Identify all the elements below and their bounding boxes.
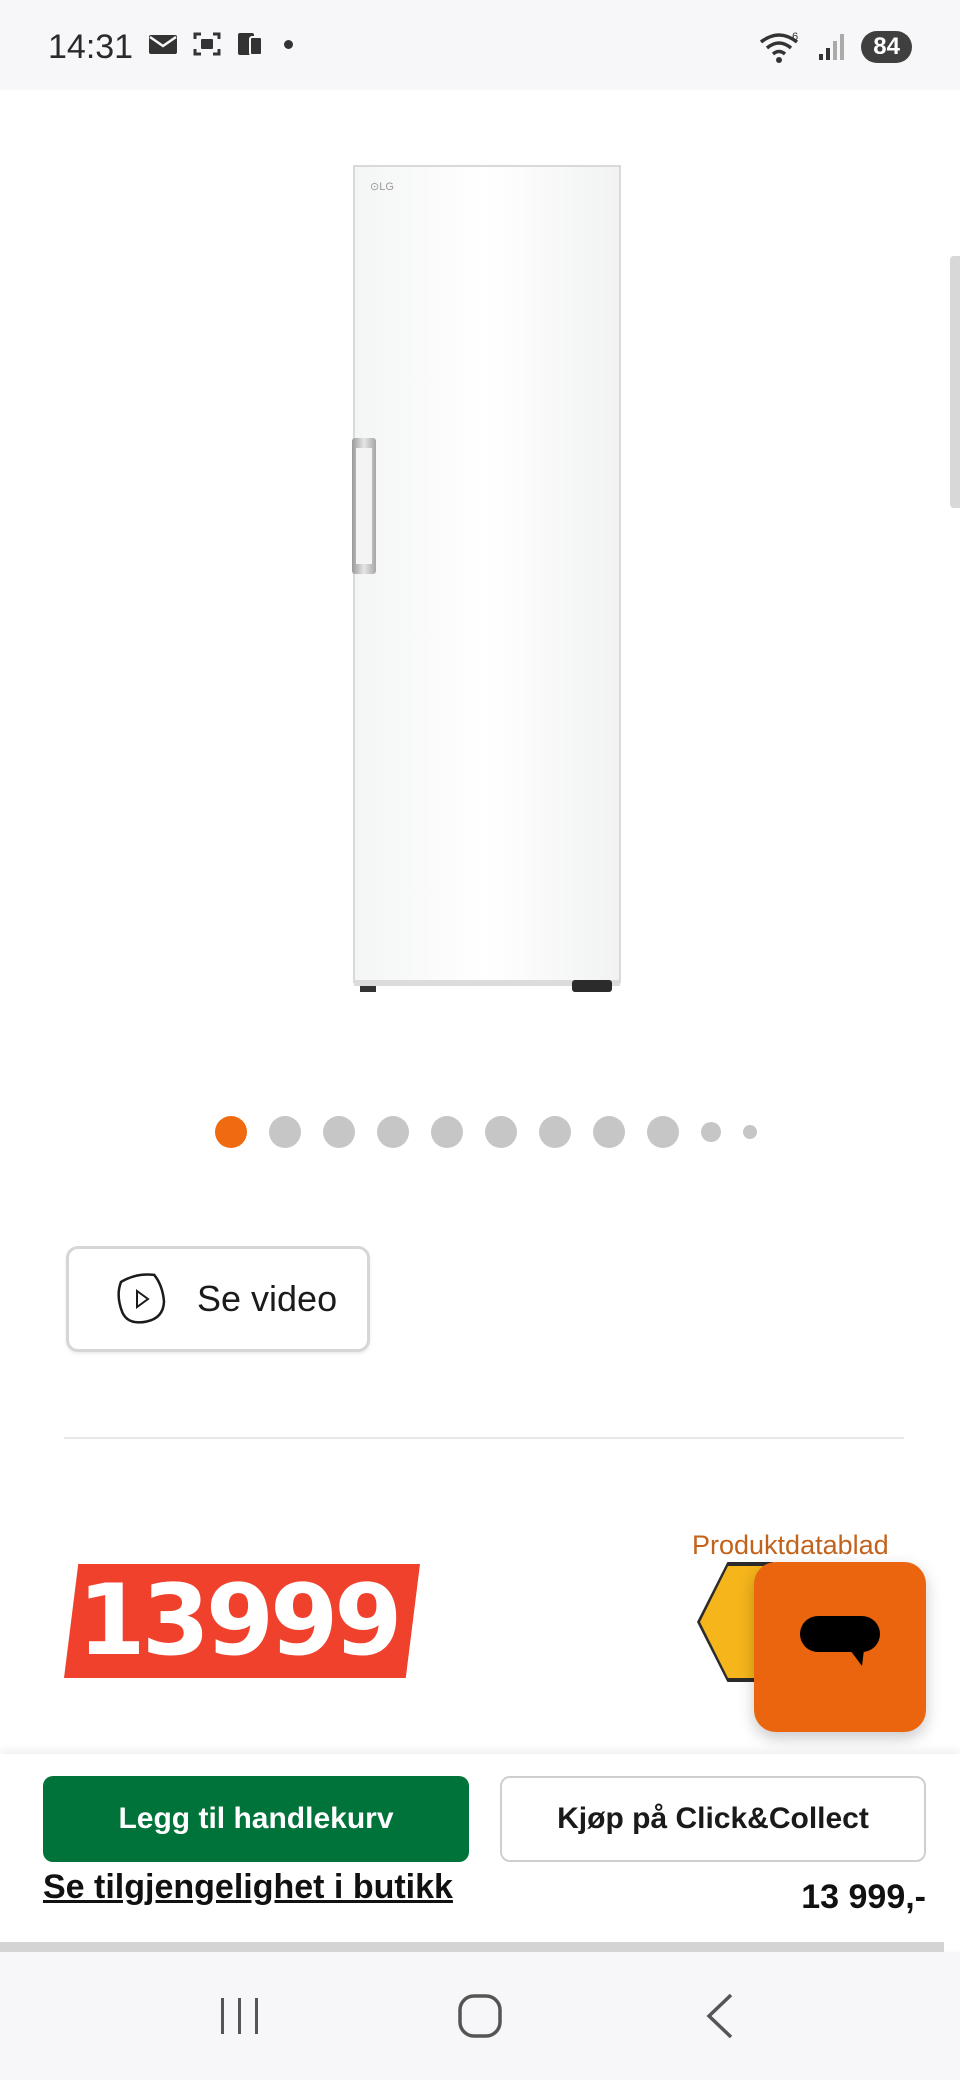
status-time: 14:31	[48, 28, 134, 66]
carousel-dot[interactable]	[269, 1116, 301, 1148]
carousel-dot[interactable]	[431, 1116, 463, 1148]
carousel-dot[interactable]	[701, 1122, 721, 1142]
chat-bubble-icon	[800, 1616, 880, 1666]
back-button[interactable]	[680, 1976, 760, 2056]
see-video-label: Se video	[197, 1278, 338, 1319]
click-and-collect-button[interactable]: Kjøp på Click&Collect	[500, 1776, 926, 1862]
price-tag: 13999	[64, 1564, 420, 1678]
chat-button[interactable]	[754, 1562, 926, 1732]
page-scrollbar[interactable]	[950, 256, 960, 508]
store-availability-link[interactable]: Se tilgjengelighet i butikk	[43, 1868, 453, 1907]
see-video-button[interactable]: Se video	[66, 1246, 370, 1352]
back-icon	[706, 1993, 733, 2039]
play-icon	[117, 1273, 166, 1324]
product-datasheet-link[interactable]: Produktdatablad	[692, 1530, 889, 1561]
device-icon	[238, 33, 263, 56]
carousel-dot[interactable]	[743, 1125, 757, 1139]
carousel-dot[interactable]	[647, 1116, 679, 1148]
status-bar: 14:31 6 84	[0, 0, 960, 90]
product-image[interactable]: ⊙LG	[350, 164, 622, 994]
carousel-dot[interactable]	[323, 1116, 355, 1148]
fridge-image: ⊙LG	[352, 165, 621, 992]
add-to-cart-button[interactable]: Legg til handlekurv	[43, 1776, 469, 1862]
screenshot-icon	[193, 32, 221, 56]
carousel-dot[interactable]	[539, 1116, 571, 1148]
svg-text:⊙LG: ⊙LG	[370, 181, 394, 193]
carousel-dot[interactable]	[377, 1116, 409, 1148]
home-icon	[458, 1994, 502, 2038]
image-carousel-dots	[0, 1116, 960, 1148]
recent-apps-icon	[221, 1998, 258, 2034]
notification-icons	[148, 30, 293, 58]
battery-indicator: 84	[861, 31, 912, 63]
home-button[interactable]	[440, 1976, 520, 2056]
carousel-dot[interactable]	[485, 1116, 517, 1148]
wifi-icon: 6	[760, 31, 798, 63]
carousel-dot[interactable]	[593, 1116, 625, 1148]
svg-text:6: 6	[792, 31, 798, 43]
progress-line	[0, 1942, 944, 1952]
bottom-action-bar: Legg til handlekurv Kjøp på Click&Collec…	[0, 1754, 960, 1950]
price-summary: 13 999,-	[801, 1878, 926, 1916]
price-value: 13999	[77, 1564, 403, 1678]
more-notifications-dot	[284, 39, 293, 49]
system-icons: 6 84	[759, 30, 912, 64]
signal-icon	[819, 34, 845, 60]
section-divider	[64, 1437, 904, 1439]
carousel-dot[interactable]	[215, 1116, 247, 1148]
recent-apps-button[interactable]	[200, 1976, 280, 2056]
mail-icon	[149, 35, 177, 54]
system-navigation-bar	[0, 1952, 960, 2080]
